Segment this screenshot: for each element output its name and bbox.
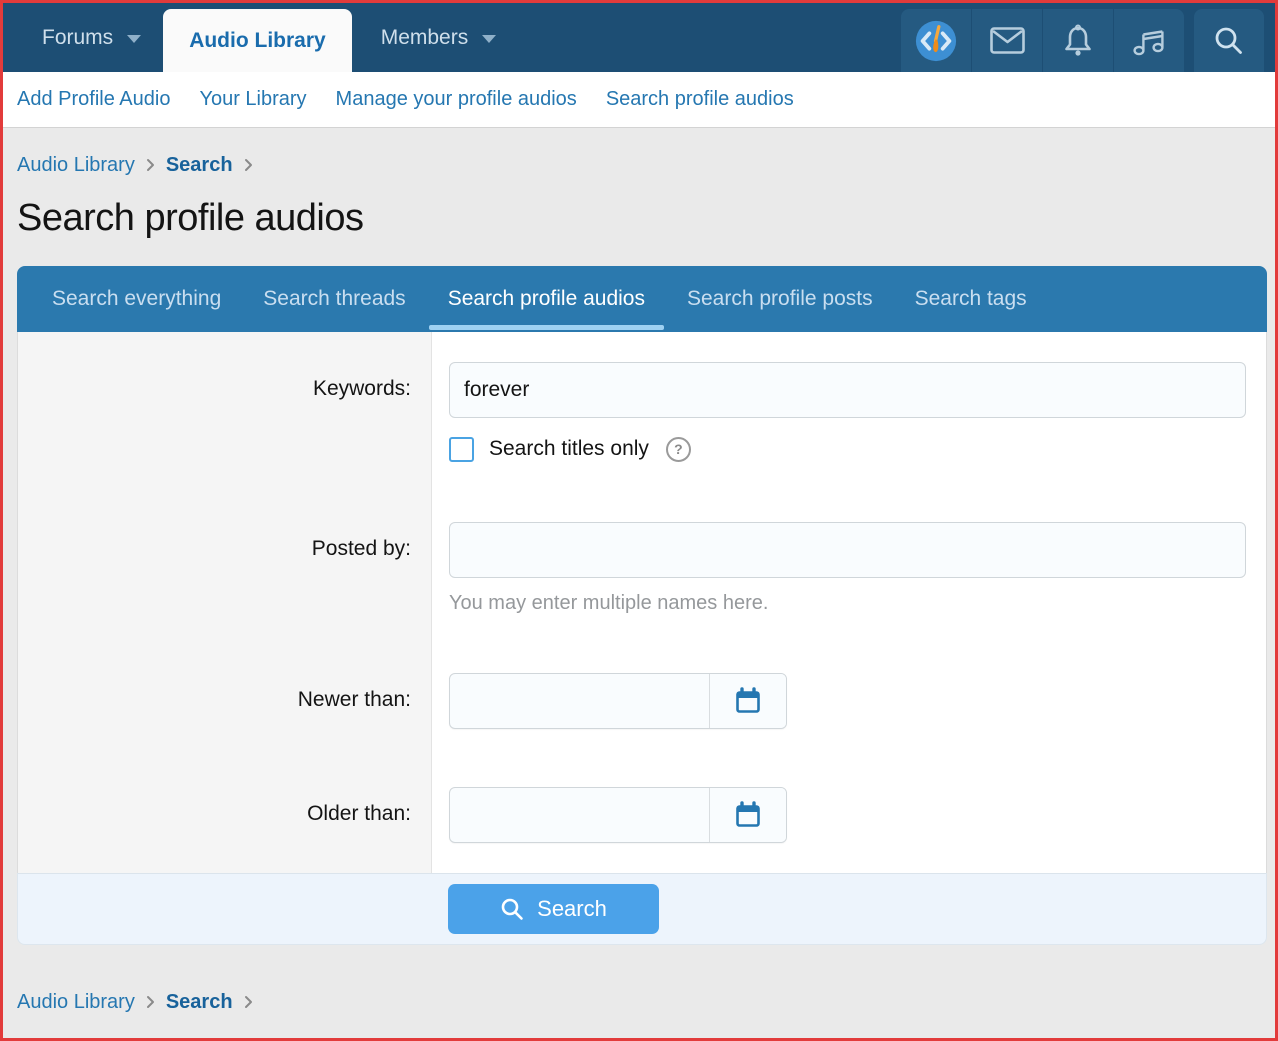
tab-search-profile-posts[interactable]: Search profile posts <box>666 266 894 332</box>
bell-icon <box>1062 24 1094 58</box>
newer-than-calendar-button[interactable] <box>709 674 786 728</box>
main-navbar: Forums Audio Library Members <box>3 3 1275 72</box>
help-icon[interactable]: ? <box>666 437 691 462</box>
page-content: Audio Library Search Search profile audi… <box>3 128 1275 1017</box>
envelope-icon <box>990 27 1025 54</box>
nav-item-label: Audio Library <box>189 29 326 53</box>
user-avatar <box>914 19 958 63</box>
subnav-search-profile-audios[interactable]: Search profile audios <box>606 88 794 111</box>
chevron-right-icon <box>244 158 253 172</box>
form-footer: Search <box>17 873 1267 945</box>
main-nav-tabs: Forums Audio Library Members <box>3 3 498 72</box>
search-submit-button[interactable]: Search <box>448 884 659 934</box>
chevron-down-icon <box>482 35 496 43</box>
user-icon-group <box>901 9 1184 72</box>
nav-item-members[interactable]: Members <box>379 3 499 72</box>
subnav-manage-profile-audios[interactable]: Manage your profile audios <box>336 88 577 111</box>
newer-than-label: Newer than: <box>18 645 432 759</box>
posted-by-cell: You may enter multiple names here. <box>432 494 1266 645</box>
search-tabbar: Search everything Search threads Search … <box>17 266 1267 332</box>
nav-item-audio-library[interactable]: Audio Library <box>163 9 352 72</box>
tab-search-threads[interactable]: Search threads <box>242 266 426 332</box>
older-than-cell <box>432 759 1266 873</box>
user-avatar-button[interactable] <box>901 9 971 72</box>
browser-page: Forums Audio Library Members <box>0 0 1278 1041</box>
breadcrumb: Audio Library Search <box>17 150 1261 180</box>
music-notes-icon <box>1131 25 1167 57</box>
chevron-down-icon <box>127 35 141 43</box>
newer-than-cell <box>432 645 1266 759</box>
posted-by-label: Posted by: <box>18 494 432 645</box>
titles-only-checkbox[interactable] <box>449 437 474 462</box>
alerts-button[interactable] <box>1042 9 1113 72</box>
subnav-your-library[interactable]: Your Library <box>199 88 306 111</box>
nav-item-label: Forums <box>42 26 113 50</box>
older-than-calendar-button[interactable] <box>709 788 786 842</box>
titles-only-row: Search titles only ? <box>449 434 1246 464</box>
older-than-input[interactable] <box>450 788 709 842</box>
keywords-label: Keywords: <box>18 332 432 494</box>
keywords-cell: Search titles only ? <box>432 332 1266 494</box>
posted-by-input[interactable] <box>449 522 1246 578</box>
older-than-group <box>449 787 787 843</box>
navbar-icon-area <box>901 3 1264 72</box>
newer-than-group <box>449 673 787 729</box>
subnav-add-profile-audio[interactable]: Add Profile Audio <box>17 88 170 111</box>
keywords-input[interactable] <box>449 362 1246 418</box>
titles-only-label: Search titles only <box>489 437 649 461</box>
breadcrumb-search[interactable]: Search <box>166 154 233 177</box>
messages-button[interactable] <box>971 9 1042 72</box>
tab-search-tags[interactable]: Search tags <box>894 266 1048 332</box>
tab-search-everything[interactable]: Search everything <box>31 266 242 332</box>
chevron-right-icon <box>146 158 155 172</box>
chevron-right-icon <box>146 995 155 1009</box>
calendar-icon <box>734 687 762 715</box>
search-form: Keywords: Search titles only ? Posted by… <box>17 332 1267 873</box>
nav-item-forums[interactable]: Forums <box>40 3 143 72</box>
breadcrumb-audio-library[interactable]: Audio Library <box>17 991 135 1014</box>
breadcrumb-search[interactable]: Search <box>166 991 233 1014</box>
older-than-label: Older than: <box>18 759 432 873</box>
chevron-right-icon <box>244 995 253 1009</box>
audio-player-button[interactable] <box>1113 9 1184 72</box>
search-icon <box>1212 24 1246 58</box>
search-panel: Search everything Search threads Search … <box>17 266 1267 945</box>
page-title: Search profile audios <box>17 194 1261 242</box>
breadcrumb-audio-library[interactable]: Audio Library <box>17 154 135 177</box>
calendar-icon <box>734 801 762 829</box>
secondary-navbar: Add Profile Audio Your Library Manage yo… <box>3 72 1275 128</box>
search-icon <box>500 897 524 921</box>
search-button-label: Search <box>537 896 607 922</box>
nav-item-label: Members <box>381 26 469 50</box>
footer-breadcrumb: Audio Library Search <box>17 987 1261 1017</box>
newer-than-input[interactable] <box>450 674 709 728</box>
tab-search-profile-audios[interactable]: Search profile audios <box>427 266 666 332</box>
posted-by-hint: You may enter multiple names here. <box>449 592 1246 615</box>
search-toggle-button[interactable] <box>1194 9 1264 72</box>
